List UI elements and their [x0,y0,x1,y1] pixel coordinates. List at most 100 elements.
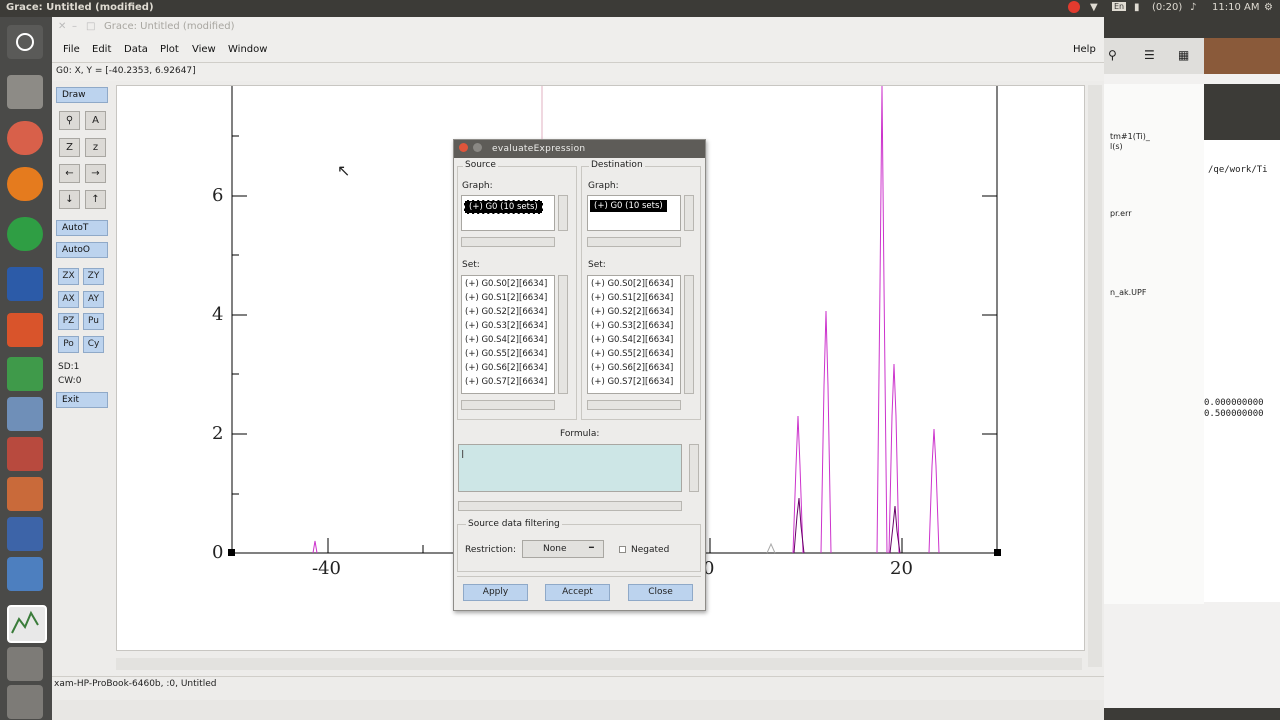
apply-button[interactable]: Apply [463,584,528,601]
app-icon-3[interactable] [7,477,43,511]
source-set-hscroll[interactable] [461,400,555,410]
app-icon-6[interactable] [7,647,43,681]
destination-graph-scrollbar[interactable] [684,195,694,231]
list-item[interactable]: (+) G0.S2[2][6634] [591,307,673,317]
battery-icon[interactable]: ▮ [1134,2,1140,13]
trash-icon[interactable] [7,685,43,719]
zoom-out-icon[interactable]: z [85,138,106,157]
grace-icon[interactable] [7,605,47,643]
draw-button[interactable]: Draw [56,87,108,103]
restriction-select[interactable]: None ━ [522,540,604,558]
source-graph-item[interactable]: (+) G0 (10 sets) [464,200,543,214]
keyboard-layout-indicator[interactable]: En [1112,2,1127,11]
source-graph-hscroll[interactable] [461,237,555,247]
destination-set-scrollbar[interactable] [684,275,694,394]
dialog-close-icon[interactable] [459,143,468,152]
menu-view[interactable]: View [192,44,216,55]
arrow-up-icon[interactable]: ↑ [85,190,106,209]
zoom-icon[interactable]: ⚲ [59,111,80,130]
corner-handle[interactable] [994,549,1001,556]
ay-button[interactable]: AY [83,291,104,308]
list-item[interactable]: (+) G0.S1[2][6634] [465,293,547,303]
formula-input[interactable]: I [458,444,682,492]
record-indicator-icon[interactable] [1068,1,1080,13]
list-item[interactable]: (+) G0.S1[2][6634] [591,293,673,303]
pu-button[interactable]: Pu [83,313,104,330]
close-button[interactable]: Close [628,584,693,601]
arrow-left-icon[interactable]: ← [59,164,80,183]
list-item[interactable]: (+) G0.S0[2][6634] [465,279,547,289]
menu-help[interactable]: Help [1073,44,1096,55]
list-item[interactable]: (+) G0.S3[2][6634] [465,321,547,331]
destination-graph-hscroll[interactable] [587,237,681,247]
dash-icon[interactable] [7,25,43,59]
source-set-scrollbar[interactable] [558,275,568,394]
exit-button[interactable]: Exit [56,392,108,408]
zx-button[interactable]: ZX [58,268,79,285]
source-graph-list[interactable]: (+) G0 (10 sets) [461,195,555,231]
clock[interactable]: 11:10 AM [1212,2,1259,13]
window-maximize-icon[interactable]: □ [86,21,95,32]
dialog-minimize-icon[interactable] [473,143,482,152]
writer-icon[interactable] [7,267,43,301]
destination-set-hscroll[interactable] [587,400,681,410]
menu-data[interactable]: Data [124,44,148,55]
source-graph-scrollbar[interactable] [558,195,568,231]
volume-icon[interactable]: ♪ [1190,2,1196,13]
gear-icon[interactable]: ⚙ [1264,2,1273,13]
accept-button[interactable]: Accept [545,584,610,601]
list-view-icon[interactable]: ☰ [1144,48,1155,62]
firefox-icon[interactable] [7,167,43,201]
window-close-icon[interactable]: ✕ [58,21,66,32]
list-item[interactable]: (+) G0.S6[2][6634] [591,363,673,373]
vertical-scrollbar[interactable] [1088,85,1102,667]
destination-graph-list[interactable]: (+) G0 (10 sets) [587,195,681,231]
autoo-button[interactable]: AutoO [56,242,108,258]
arrow-right-icon[interactable]: → [85,164,106,183]
source-set-list[interactable]: (+) G0.S0[2][6634] (+) G0.S1[2][6634] (+… [461,275,555,394]
calc-icon[interactable] [7,357,43,391]
formula-vscroll[interactable] [689,444,699,492]
destination-set-list[interactable]: (+) G0.S0[2][6634] (+) G0.S1[2][6634] (+… [587,275,681,394]
list-item[interactable]: (+) G0.S7[2][6634] [591,377,673,387]
wifi-icon[interactable]: ▼ [1090,2,1098,13]
horizontal-scrollbar[interactable] [116,658,1082,670]
list-item[interactable]: (+) G0.S4[2][6634] [465,335,547,345]
grid-view-icon[interactable]: ▦ [1178,48,1189,62]
corner-handle[interactable] [228,549,235,556]
chrome-icon[interactable] [7,217,43,251]
impress-icon[interactable] [7,313,43,347]
app-icon-2[interactable] [7,437,43,471]
list-item[interactable]: (+) G0.S5[2][6634] [465,349,547,359]
window-minimize-icon[interactable]: – [72,21,77,32]
menu-window[interactable]: Window [228,44,267,55]
autoscale-icon[interactable]: A [85,111,106,130]
files-icon[interactable] [7,75,43,109]
pz-button[interactable]: PZ [58,313,79,330]
app-icon-4[interactable] [7,517,43,551]
app-icon-5[interactable] [7,557,43,591]
menu-edit[interactable]: Edit [92,44,111,55]
negated-checkbox[interactable] [619,546,626,553]
list-item[interactable]: (+) G0.S5[2][6634] [591,349,673,359]
po-button[interactable]: Po [58,336,79,353]
menu-file[interactable]: File [63,44,80,55]
ax-button[interactable]: AX [58,291,79,308]
list-item[interactable]: (+) G0.S0[2][6634] [591,279,673,289]
list-item[interactable]: (+) G0.S4[2][6634] [591,335,673,345]
menu-plot[interactable]: Plot [160,44,179,55]
app-icon-1[interactable] [7,397,43,431]
zy-button[interactable]: ZY [83,268,104,285]
autot-button[interactable]: AutoT [56,220,108,236]
list-item[interactable]: (+) G0.S3[2][6634] [591,321,673,331]
arrow-down-icon[interactable]: ↓ [59,190,80,209]
cy-button[interactable]: Cy [83,336,104,353]
list-item[interactable]: (+) G0.S7[2][6634] [465,377,547,387]
formula-hscroll[interactable] [458,501,682,511]
tool-icon[interactable] [7,121,43,155]
zoom-in-icon[interactable]: Z [59,138,80,157]
destination-graph-item[interactable]: (+) G0 (10 sets) [590,200,667,212]
search-icon[interactable]: ⚲ [1108,48,1117,62]
list-item[interactable]: (+) G0.S6[2][6634] [465,363,547,373]
list-item[interactable]: (+) G0.S2[2][6634] [465,307,547,317]
